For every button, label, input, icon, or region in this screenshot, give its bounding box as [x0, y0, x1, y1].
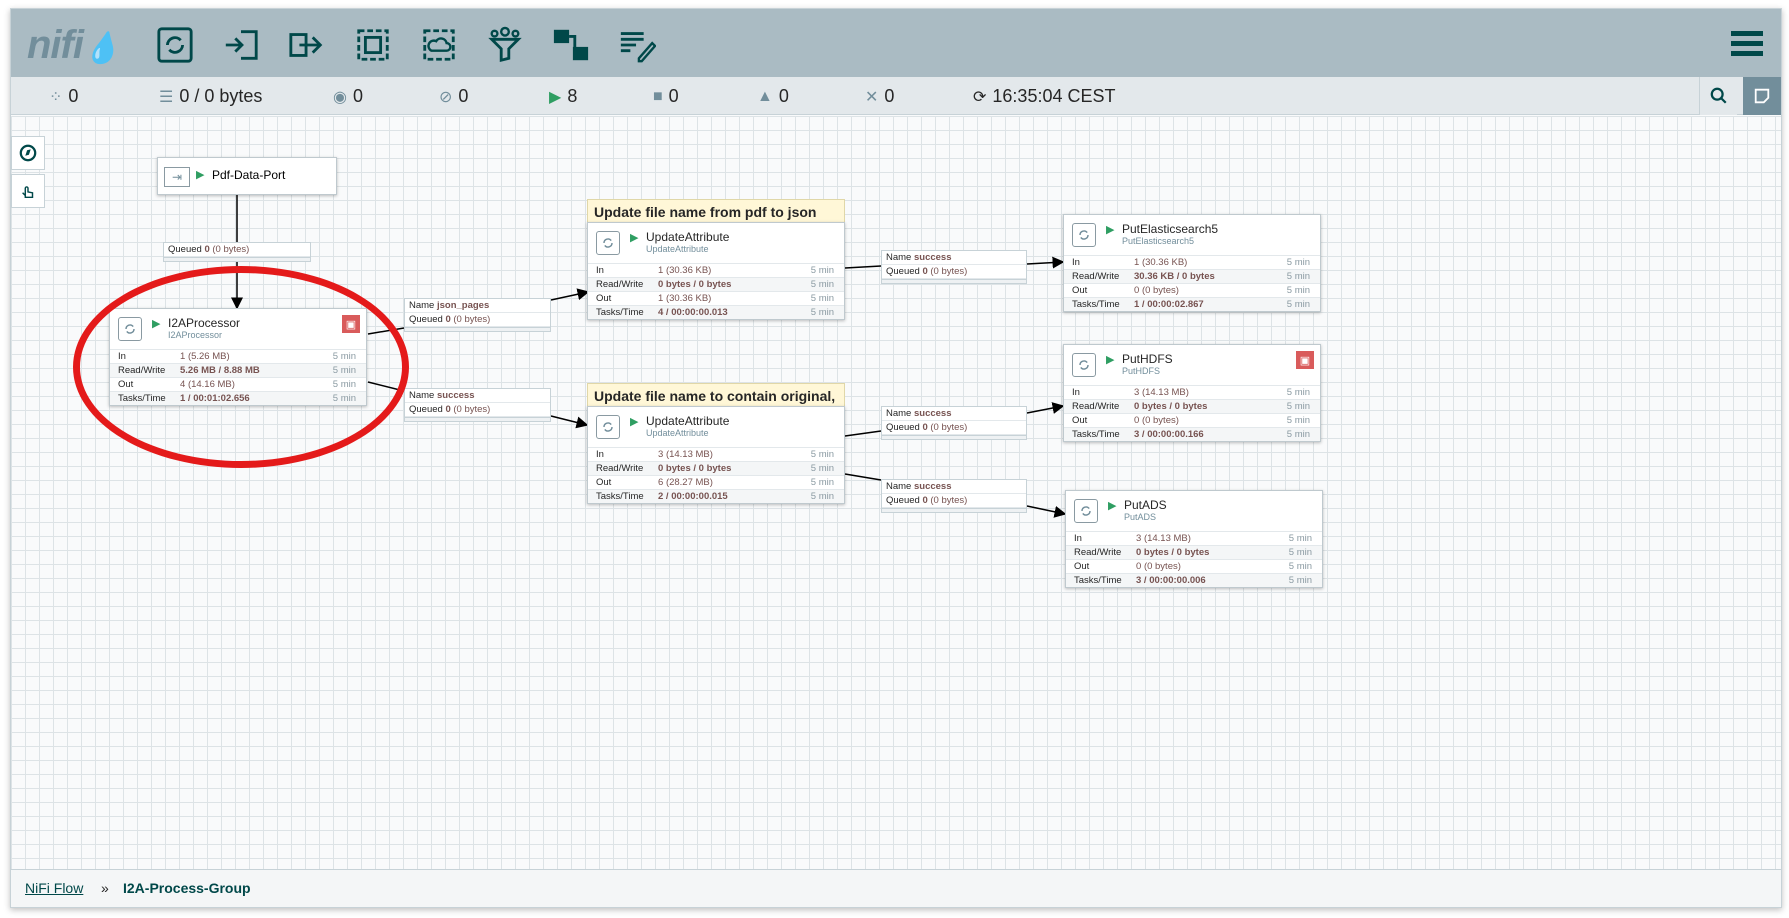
- flow-canvas[interactable]: ⇥ ▶ Pdf-Data-Port Queued 0 (0 bytes) ▶ I…: [11, 116, 1781, 871]
- process-group-icon[interactable]: [353, 25, 393, 65]
- processor-put-elasticsearch5[interactable]: ▶ PutElasticsearch5 PutElasticsearch5 In…: [1063, 214, 1321, 312]
- remote-process-group-icon[interactable]: [419, 25, 459, 65]
- processor-type: PutADS: [1124, 512, 1157, 522]
- running-icon: ▶: [1106, 354, 1115, 366]
- connection-label-json-pages[interactable]: Name json_pages Queued 0 (0 bytes): [404, 298, 551, 332]
- label-icon[interactable]: [617, 25, 657, 65]
- invalid-stat: ▲ 0: [757, 86, 789, 106]
- processor-name: PutElasticsearch5: [1122, 222, 1219, 236]
- active-threads-stat: ⁘ 0: [49, 86, 79, 106]
- processor-type: UpdateAttribute: [646, 428, 709, 438]
- input-port-component[interactable]: ⇥ ▶ Pdf-Data-Port: [157, 157, 337, 195]
- connection-label-to-es[interactable]: Name success Queued 0 (0 bytes): [881, 250, 1027, 284]
- processor-icon: [118, 317, 142, 341]
- warning-icon: ▲: [757, 87, 773, 105]
- input-port-icon[interactable]: [221, 25, 261, 65]
- processor-name: I2AProcessor: [168, 316, 241, 330]
- bulletin-icon[interactable]: ▣: [342, 315, 360, 333]
- processor-icon: [1074, 499, 1098, 523]
- funnel-icon[interactable]: [485, 25, 525, 65]
- processor-type: PutElasticsearch5: [1122, 236, 1195, 246]
- running-icon: ▶: [630, 232, 639, 244]
- processor-icon: [596, 415, 620, 439]
- processor-name: UpdateAttribute: [646, 230, 730, 244]
- queued-stat: ☰ 0 / 0 bytes: [159, 86, 263, 106]
- running-icon: ▶: [196, 169, 205, 181]
- connection-label-success[interactable]: Name success Queued 0 (0 bytes): [404, 388, 551, 422]
- queue-progress: [164, 257, 310, 261]
- navigate-icon[interactable]: [11, 136, 45, 170]
- running-icon: ▶: [630, 416, 639, 428]
- refresh-icon[interactable]: ⟳: [973, 87, 986, 107]
- running-icon: ▶: [1106, 224, 1115, 236]
- breadcrumb-root-link[interactable]: NiFi Flow: [25, 880, 83, 896]
- connection-label-port[interactable]: Queued 0 (0 bytes): [163, 242, 311, 262]
- processor-name: UpdateAttribute: [646, 414, 730, 428]
- threads-icon: ⁘: [49, 88, 63, 106]
- stopped-stat: ■ 0: [653, 86, 679, 106]
- connection-label-to-ads[interactable]: Name success Queued 0 (0 bytes): [881, 479, 1027, 513]
- processor-icon[interactable]: [155, 25, 195, 65]
- operate-hand-icon[interactable]: [11, 174, 45, 208]
- template-icon[interactable]: [551, 25, 591, 65]
- running-stat: ▶ 8: [549, 86, 578, 106]
- search-icon[interactable]: [1699, 77, 1737, 115]
- breadcrumb-separator: »: [101, 880, 109, 896]
- not-transmitting-stat: ⊘ 0: [439, 86, 469, 106]
- input-port-icon: ⇥: [164, 167, 190, 187]
- refresh-stat[interactable]: ⟳ 16:35:04 CEST: [973, 86, 1115, 107]
- processor-type: PutHDFS: [1122, 366, 1161, 376]
- bulletin-icon[interactable]: ▣: [1296, 351, 1314, 369]
- flow-status-bar: ⁘ 0 ☰ 0 / 0 bytes ◉ 0 ⊘ 0 ▶ 8 ■ 0 ▲ 0 ✕ 0 ⟳ 16:35…: [11, 77, 1781, 115]
- running-icon: ▶: [152, 318, 161, 330]
- processor-put-ads[interactable]: ▶ PutADS PutADS In 3 (14.13 MB) 5 min Read…: [1065, 490, 1323, 588]
- nifi-logo: nifi💧: [27, 23, 120, 67]
- not-transmitting-icon: ⊘: [439, 88, 453, 106]
- processor-put-hdfs[interactable]: ▶ PutHDFS PutHDFS ▣ In 3 (14.13 MB) 5 min …: [1063, 344, 1321, 442]
- processor-icon: [1072, 353, 1096, 377]
- port-name: Pdf-Data-Port: [212, 168, 286, 182]
- global-menu-icon[interactable]: [1727, 23, 1767, 63]
- connection-label-to-hdfs[interactable]: Name success Queued 0 (0 bytes): [881, 406, 1027, 440]
- queued-row: Queued 0 (0 bytes): [164, 243, 310, 257]
- bulletin-board-icon[interactable]: [1743, 77, 1781, 115]
- processor-type: UpdateAttribute: [646, 244, 709, 254]
- processor-icon: [1072, 223, 1096, 247]
- processor-i2a[interactable]: ▶ I2AProcessor I2AProcessor ▣ In 1 (5.26 …: [109, 308, 367, 406]
- header: nifi💧: [11, 9, 1781, 77]
- nifi-app: nifi💧 ⁘ 0 ☰ 0 / 0 bytes ◉ 0 ⊘ 0 ▶ 8 ■ 0 …: [10, 8, 1782, 908]
- disabled-icon: ✕: [865, 88, 879, 106]
- running-icon: ▶: [1108, 500, 1117, 512]
- processor-name: PutHDFS: [1122, 352, 1173, 366]
- stopped-icon: ■: [653, 87, 663, 105]
- disabled-stat: ✕ 0: [865, 86, 895, 106]
- output-port-icon[interactable]: [287, 25, 327, 65]
- transmitting-stat: ◉ 0: [333, 86, 363, 106]
- processor-update-attribute-1[interactable]: ▶ UpdateAttribute UpdateAttribute In 1 (3…: [587, 222, 845, 320]
- processor-name: PutADS: [1124, 498, 1167, 512]
- running-icon: ▶: [549, 88, 562, 106]
- breadcrumb-current: I2A-Process-Group: [123, 880, 251, 896]
- transmitting-icon: ◉: [333, 88, 347, 106]
- processor-update-attribute-2[interactable]: ▶ UpdateAttribute UpdateAttribute In 3 (1…: [587, 406, 845, 504]
- breadcrumb: NiFi Flow » I2A-Process-Group: [11, 869, 1781, 907]
- queue-icon: ☰: [159, 88, 174, 106]
- processor-type: I2AProcessor: [168, 330, 223, 340]
- processor-icon: [596, 231, 620, 255]
